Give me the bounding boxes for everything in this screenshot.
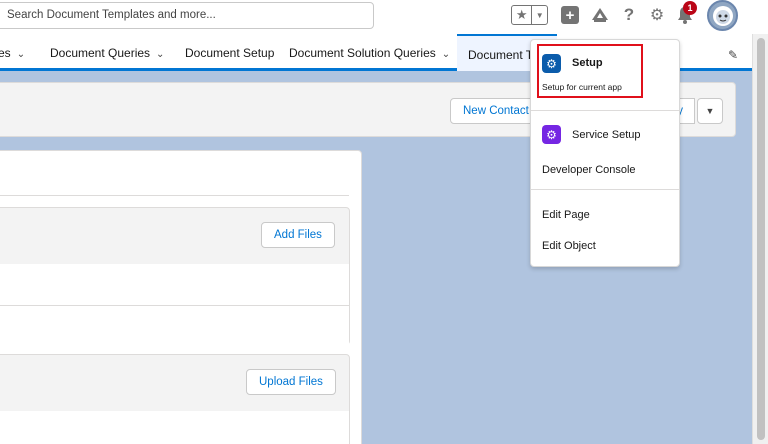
- tab-label: Document Te: [468, 48, 539, 62]
- scrollbar-thumb[interactable]: [757, 38, 765, 440]
- gear-icon[interactable]: ⚙: [648, 6, 666, 24]
- tab-label: Document Queries: [50, 46, 151, 60]
- more-actions-button[interactable]: ▼: [697, 98, 723, 124]
- files-related-list: Add Files l: [0, 207, 350, 345]
- global-search-input[interactable]: Search Document Templates and more...: [0, 2, 374, 29]
- chevron-down-icon[interactable]: ⌄: [17, 49, 25, 60]
- star-icon[interactable]: ★: [512, 6, 533, 24]
- setup-menu-item[interactable]: Setup: [572, 57, 603, 69]
- tab-document-setup[interactable]: Document Setup: [185, 46, 274, 60]
- related-list-body: l: [0, 264, 349, 345]
- related-list-body: [0, 411, 349, 444]
- notification-badge: 1: [683, 1, 697, 15]
- add-files-button[interactable]: Add Files: [261, 222, 335, 248]
- tab-document-queries[interactable]: Document Queries ⌄: [50, 46, 164, 60]
- chevron-down-icon[interactable]: ▼: [532, 6, 547, 24]
- page-scrollbar[interactable]: [752, 34, 768, 444]
- tab-label: Document Setup: [185, 46, 275, 60]
- chevron-down-icon[interactable]: ⌄: [156, 49, 164, 60]
- tab-label: es: [0, 46, 11, 60]
- edit-object-menu-item[interactable]: Edit Object: [542, 240, 596, 252]
- new-contact-button[interactable]: New Contact: [450, 98, 542, 124]
- help-icon[interactable]: ?: [620, 5, 638, 24]
- trailhead-icon[interactable]: [591, 6, 609, 24]
- upload-related-list: Upload Files: [0, 354, 350, 444]
- pencil-icon[interactable]: ✎: [728, 48, 738, 62]
- setup-menu: ⚙ Setup Setup for current app ⚙ Service …: [530, 39, 680, 267]
- setup-subtitle: Setup for current app: [542, 82, 622, 92]
- user-avatar[interactable]: [707, 0, 738, 31]
- divider: [531, 110, 679, 111]
- developer-console-menu-item[interactable]: Developer Console: [542, 164, 636, 176]
- setup-gear-icon: ⚙: [542, 54, 561, 73]
- related-card: Add Files l Upload Files: [0, 150, 362, 444]
- tab-truncated[interactable]: es ⌄: [0, 46, 25, 60]
- tab-document-solution-queries[interactable]: Document Solution Queries ⌄: [289, 46, 450, 60]
- plus-icon[interactable]: +: [561, 6, 579, 24]
- service-setup-menu-item[interactable]: Service Setup: [572, 129, 640, 141]
- chevron-down-icon[interactable]: ⌄: [442, 49, 450, 60]
- favorites-button[interactable]: ★ ▼: [511, 5, 548, 25]
- divider: [531, 189, 679, 190]
- tab-label: Document Solution Queries: [289, 46, 436, 60]
- service-setup-icon: ⚙: [542, 125, 561, 144]
- edit-page-menu-item[interactable]: Edit Page: [542, 209, 590, 221]
- upload-files-button[interactable]: Upload Files: [246, 369, 336, 395]
- global-header: Search Document Templates and more... ★ …: [0, 0, 768, 34]
- divider: [0, 305, 349, 306]
- divider: [0, 195, 349, 196]
- chevron-down-icon: ▼: [705, 106, 715, 116]
- related-link[interactable]: l: [0, 319, 1, 333]
